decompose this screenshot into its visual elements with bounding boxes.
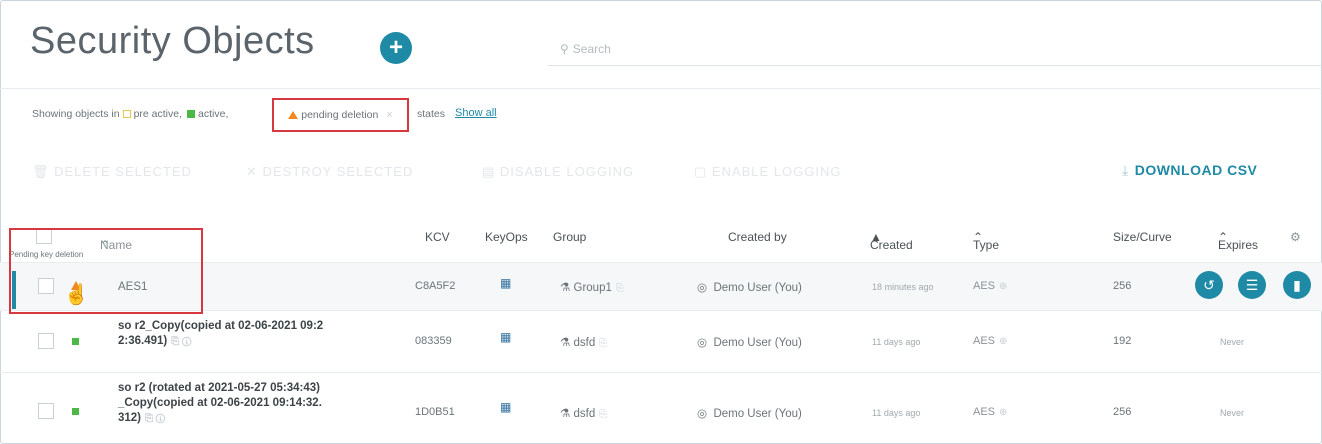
table-header: Name ⌃ KCV KeyOps Group Created by Creat…: [0, 222, 1322, 258]
created-by-cell: ◎ Demo User (You): [697, 408, 802, 420]
row-checkbox[interactable]: [38, 278, 54, 294]
col-type[interactable]: Type ⌃: [973, 230, 999, 252]
created-by-cell: ◎ Demo User (You): [697, 282, 802, 294]
enable-logging-button[interactable]: ▢ ENABLE LOGGING: [694, 164, 842, 180]
kcv-value: C8A5F2: [415, 280, 456, 292]
filter-pending-deletion[interactable]: pending deletion ×: [272, 98, 409, 132]
size-value: 192: [1113, 335, 1132, 347]
group-cell: ⚗ dsfd ⎘: [560, 408, 608, 420]
add-object-button[interactable]: +: [380, 32, 412, 64]
created-time: 11 days ago: [872, 408, 921, 418]
search-bar[interactable]: ⚲: [548, 32, 1322, 66]
keyops-icon: ▦: [500, 330, 511, 344]
kcv-value: 083359: [415, 335, 452, 347]
sort-icon: ⌃: [100, 238, 111, 252]
group-cell: ⚗ Group1 ⎘: [560, 282, 624, 294]
col-kcv: KCV: [425, 230, 450, 244]
type-cell: AES ⊕: [973, 280, 1008, 292]
page-title: Security Objects: [30, 20, 315, 62]
row-checkbox[interactable]: [38, 403, 54, 419]
active-status-icon: [72, 408, 79, 415]
states-label: states: [417, 108, 446, 120]
col-created-by[interactable]: Created by: [728, 230, 787, 244]
pending-deletion-tooltip: Pending key deletion: [9, 250, 84, 259]
expires-value: Never: [1220, 337, 1245, 347]
keyops-icon: ▦: [500, 276, 511, 290]
row-checkbox[interactable]: [38, 333, 54, 349]
type-cell: AES ⊕: [973, 406, 1008, 418]
size-value: 256: [1113, 280, 1132, 292]
col-group[interactable]: Group: [553, 230, 586, 244]
object-name[interactable]: so r2_Copy(copied at 02-06-2021 09:2 2:3…: [118, 319, 323, 349]
disable-logging-button[interactable]: ▤ DISABLE LOGGING: [482, 164, 634, 180]
showing-text: Showing objects in: [32, 108, 120, 120]
table-row[interactable]: AES1 C8A5F2 ▦ ⚗ Group1 ⎘ ◎ Demo User (You…: [0, 262, 1322, 310]
filter-active[interactable]: active,: [198, 108, 228, 120]
download-csv-button[interactable]: ⤓ DOWNLOAD CSV: [1122, 162, 1257, 179]
table-row[interactable]: so r2_Copy(copied at 02-06-2021 09:2 2:3…: [0, 310, 1322, 372]
select-all-checkbox[interactable]: [36, 228, 52, 244]
delete-selected-button[interactable]: 🗑 DELETE SELECTED: [32, 164, 192, 180]
selection-indicator: [12, 271, 16, 309]
type-cell: AES ⊕: [973, 335, 1008, 347]
kcv-value: 1D0B51: [415, 406, 455, 418]
search-icon: ⚲: [560, 41, 569, 56]
filter-pre-active[interactable]: pre active,: [134, 108, 182, 120]
created-time: 11 days ago: [872, 337, 921, 347]
filter-pending-deletion-label: pending deletion: [301, 109, 379, 121]
created-by-cell: ◎ Demo User (You): [697, 337, 802, 349]
settings-icon[interactable]: ⚙: [1290, 230, 1301, 244]
document-icon[interactable]: ▮: [1283, 271, 1311, 299]
active-status-icon: [72, 338, 79, 345]
created-time: 18 minutes ago: [872, 282, 934, 292]
state-filters: Showing objects in pre active, active,: [32, 108, 228, 120]
destroy-selected-button[interactable]: ✕ DESTROY SELECTED: [246, 164, 413, 180]
col-size: Size/Curve: [1113, 230, 1172, 244]
active-icon: [187, 110, 196, 118]
keyops-icon: ▦: [500, 400, 511, 414]
download-icon: ⤓: [1122, 162, 1129, 178]
search-input[interactable]: [572, 41, 1273, 56]
size-value: 256: [1113, 406, 1132, 418]
table-row[interactable]: so r2 (rotated at 2021-05-27 05:34:43) _…: [0, 372, 1322, 444]
divider: [0, 88, 1322, 89]
hand-cursor-icon: ☝: [64, 284, 89, 306]
show-all-link[interactable]: Show all: [455, 107, 497, 119]
group-cell: ⚗ dsfd ⎘: [560, 337, 608, 349]
col-created[interactable]: Created ▲: [870, 230, 913, 252]
col-keyops: KeyOps: [485, 230, 528, 244]
restore-icon[interactable]: ↺: [1195, 271, 1223, 299]
col-expires[interactable]: Expires ⌃: [1218, 230, 1258, 252]
expires-value: Never: [1220, 408, 1245, 418]
list-icon[interactable]: ☰: [1238, 271, 1266, 299]
object-name[interactable]: so r2 (rotated at 2021-05-27 05:34:43) _…: [118, 381, 322, 426]
object-name[interactable]: AES1: [118, 280, 147, 295]
pre-active-icon: [122, 110, 131, 118]
remove-filter-icon[interactable]: ×: [386, 109, 392, 121]
warning-icon: [288, 111, 299, 119]
